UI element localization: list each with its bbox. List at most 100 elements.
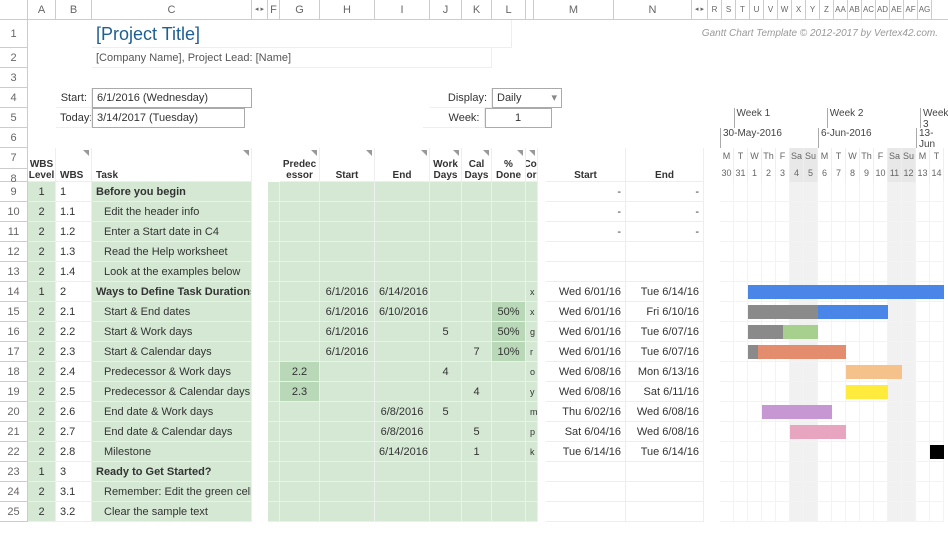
end-cell[interactable] [375,342,430,362]
cell[interactable] [552,108,734,128]
cell[interactable] [538,502,546,522]
cdays-cell[interactable] [462,222,492,242]
start-date-input[interactable]: 6/1/2016 (Wednesday) [92,88,252,108]
cell[interactable] [704,422,720,442]
start-cell[interactable] [320,242,375,262]
wbs-cell[interactable]: 1.2 [56,222,92,242]
pred-cell[interactable] [280,202,320,222]
f-cell[interactable] [268,362,280,382]
task-cell[interactable]: Milestone [92,442,252,462]
color-cell[interactable]: o [526,362,538,382]
f-cell[interactable] [268,382,280,402]
col-header[interactable]: S [722,0,736,19]
wdays-cell[interactable]: 4 [430,362,462,382]
task-cell[interactable]: Enter a Start date in C4 [92,222,252,242]
color-cell[interactable]: r [526,342,538,362]
start-cell[interactable]: 6/1/2016 [320,282,375,302]
cdays-cell[interactable] [462,202,492,222]
cell[interactable] [704,462,720,482]
wbs-level-cell[interactable]: 2 [28,402,56,422]
color-cell[interactable] [526,242,538,262]
color-cell[interactable] [526,462,538,482]
pdone-cell[interactable] [492,362,526,382]
week-input[interactable]: 1 [485,108,552,128]
task-cell[interactable]: Start & Work days [92,322,252,342]
pred-cell[interactable] [280,462,320,482]
cell[interactable] [28,68,908,88]
wbs-level-cell[interactable]: 2 [28,302,56,322]
task-cell[interactable]: End date & Calendar days [92,422,252,442]
start-cell[interactable] [320,182,375,202]
wdays-cell[interactable] [430,342,462,362]
wdays-cell[interactable] [430,462,462,482]
task-cell[interactable]: Edit the header info [92,202,252,222]
col-header[interactable]: Y [806,0,820,19]
f-cell[interactable] [268,302,280,322]
task-cell[interactable]: Ways to Define Task Durations [92,282,252,302]
cell[interactable] [252,222,268,242]
gantt-bar[interactable] [930,445,944,459]
pdone-cell[interactable] [492,262,526,282]
col-header[interactable]: U [750,0,764,19]
pdone-cell[interactable] [492,382,526,402]
pdone-cell[interactable] [492,422,526,442]
cell[interactable] [704,202,720,222]
row-header[interactable]: 25 [0,502,28,522]
col-header[interactable]: I [375,0,430,19]
gantt-bar[interactable] [748,325,818,339]
pdone-cell[interactable] [492,482,526,502]
start-cell[interactable] [320,482,375,502]
wbs-level-cell[interactable]: 2 [28,342,56,362]
row-header[interactable]: 16 [0,322,28,342]
cell[interactable] [704,262,720,282]
color-cell[interactable] [526,222,538,242]
row-header[interactable]: 7 [0,148,27,169]
cell[interactable] [252,88,430,108]
color-cell[interactable] [526,482,538,502]
cell[interactable] [538,482,546,502]
start-cell[interactable] [320,382,375,402]
task-cell[interactable]: Before you begin [92,182,252,202]
pred-cell[interactable] [280,182,320,202]
end-cell[interactable]: 6/14/2016 [375,282,430,302]
f-cell[interactable] [268,282,280,302]
row-header[interactable]: 20 [0,402,28,422]
row-header[interactable]: 6 [0,128,28,148]
end-cell[interactable] [375,362,430,382]
cell[interactable] [28,108,56,128]
wbs-cell[interactable]: 2.3 [56,342,92,362]
cell[interactable] [252,202,268,222]
wdays-cell[interactable] [430,382,462,402]
wbs-cell[interactable]: 3.1 [56,482,92,502]
col-header[interactable]: K [462,0,492,19]
cell[interactable] [704,302,720,322]
col-header[interactable]: L [492,0,526,19]
row-header[interactable]: 21 [0,422,28,442]
col-header[interactable]: AA [834,0,848,19]
col-header[interactable]: R [708,0,722,19]
f-cell[interactable] [268,462,280,482]
cell[interactable] [704,442,720,462]
end-cell[interactable] [375,382,430,402]
wdays-cell[interactable] [430,442,462,462]
end-cell[interactable] [375,222,430,242]
col-header[interactable]: AE [890,0,904,19]
row-header[interactable]: 18 [0,362,28,382]
gantt-bar[interactable] [762,405,832,419]
col-header[interactable]: M [534,0,614,19]
pdone-cell[interactable]: 50% [492,302,526,322]
gantt-bar[interactable] [846,385,888,399]
today-input[interactable]: 3/14/2017 (Tuesday) [92,108,245,128]
cell[interactable] [268,148,280,182]
col-header[interactable]: J [430,0,462,19]
wdays-cell[interactable] [430,202,462,222]
color-cell[interactable]: g [526,322,538,342]
task-cell[interactable]: Clear the sample text [92,502,252,522]
col-header[interactable]: A [28,0,56,19]
f-cell[interactable] [268,422,280,442]
row-header[interactable]: 14 [0,282,28,302]
pred-cell[interactable] [280,322,320,342]
cell[interactable] [538,222,546,242]
gantt-bar[interactable] [846,365,902,379]
col-header[interactable]: T [736,0,750,19]
